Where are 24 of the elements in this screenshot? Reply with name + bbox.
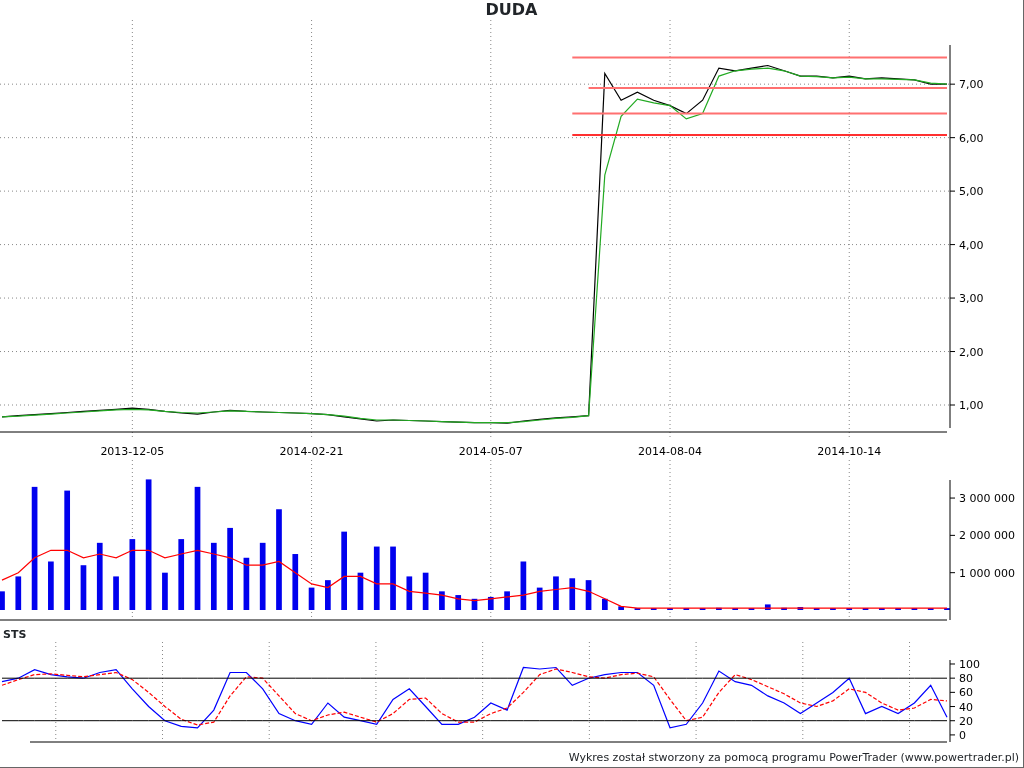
axis-label: 2 000 000 bbox=[959, 529, 1015, 543]
axis-label: 2014-02-21 bbox=[279, 445, 344, 458]
axis-label: 1,00 bbox=[959, 399, 984, 412]
axis-label: 20 bbox=[959, 714, 973, 728]
axis-label: 100 bbox=[959, 658, 980, 671]
axis-label: 2014-10-14 bbox=[817, 445, 882, 458]
axis-label: 40 bbox=[959, 700, 973, 714]
axis-label: 3 000 000 bbox=[959, 492, 1015, 506]
axis-label: 60 bbox=[959, 686, 973, 700]
indicator-title: STS bbox=[3, 628, 27, 641]
axis-label: 5,00 bbox=[959, 185, 984, 199]
axis-label: 1 000 000 bbox=[959, 566, 1015, 580]
axis-label: 80 bbox=[959, 672, 973, 686]
axis-label: 2014-08-04 bbox=[638, 445, 702, 458]
axis-label: 6,00 bbox=[959, 131, 984, 145]
footer-credit: Wykres został stworzony za pomocą programu PowerTrader (www.powertrader.pl) bbox=[568, 750, 1019, 766]
axis-label: 3,00 bbox=[959, 292, 984, 306]
axis-label: 2,00 bbox=[959, 345, 984, 359]
axis-label: 0 bbox=[959, 728, 966, 742]
chart-title: DUDA bbox=[485, 0, 538, 19]
axis-label: 2014-05-07 bbox=[458, 445, 523, 458]
axis-label: 7,00 bbox=[959, 78, 984, 92]
axis-label: 4,00 bbox=[959, 238, 984, 252]
axis-label: 2013-12-05 bbox=[100, 445, 165, 458]
